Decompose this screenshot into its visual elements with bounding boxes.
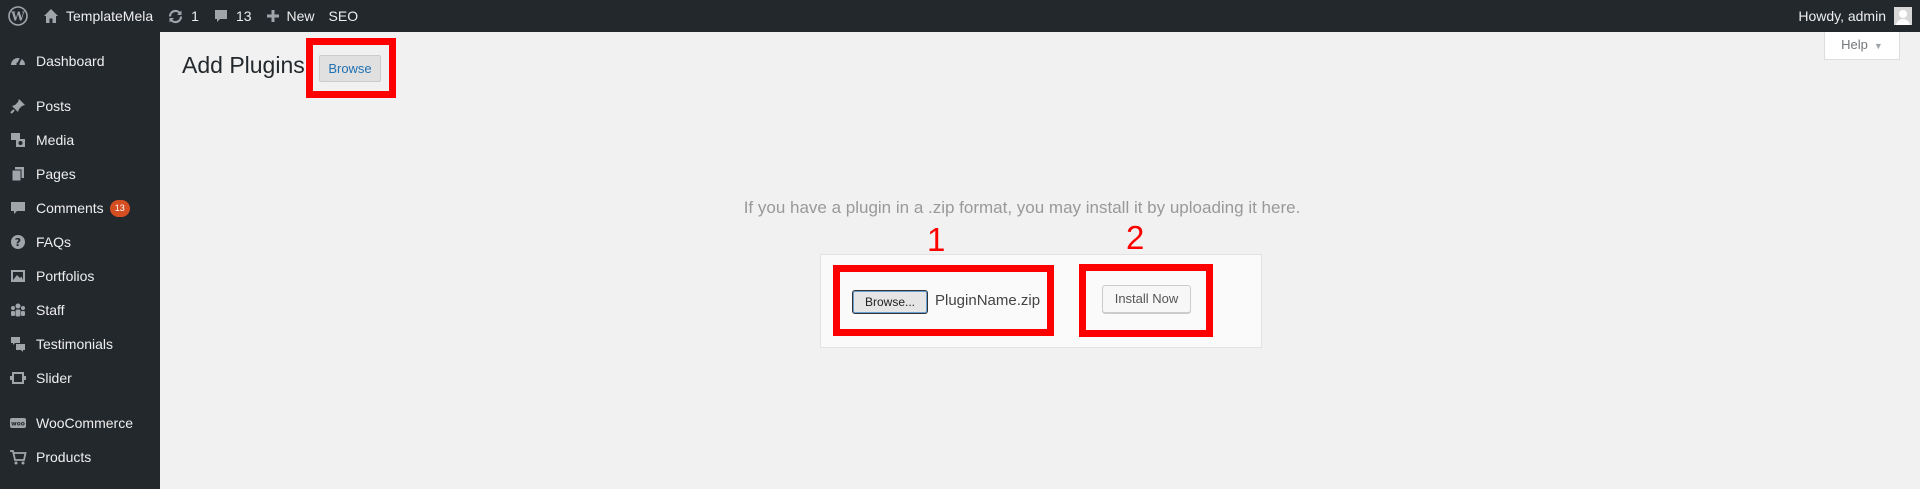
pages-icon — [0, 165, 36, 183]
help-tab-button[interactable]: Help ▼ — [1824, 32, 1900, 60]
slides-icon — [0, 369, 36, 387]
page-title: Add Plugins — [182, 52, 305, 78]
sidebar-label-portfolios: Portfolios — [36, 268, 95, 284]
comments-menu[interactable]: 13 — [206, 0, 259, 32]
site-name-menu[interactable]: TemplateMela — [36, 0, 160, 32]
sidebar-label-pages: Pages — [36, 166, 76, 182]
new-content-menu[interactable]: New — [259, 0, 322, 32]
sidebar-label-dashboard: Dashboard — [36, 53, 105, 69]
admin-bar: W TemplateMela 1 13 New SEO Howdy, admin — [0, 0, 1920, 32]
sidebar-item-testimonials[interactable]: Testimonials — [0, 327, 160, 361]
caret-down-icon: ▼ — [1873, 40, 1883, 51]
sidebar-item-slider[interactable]: Slider — [0, 361, 160, 395]
sidebar-item-products[interactable]: Products — [0, 440, 160, 474]
svg-text:woo: woo — [11, 421, 25, 428]
sidebar-label-posts: Posts — [36, 98, 72, 114]
seo-label: SEO — [328, 8, 359, 24]
step-number-1: 1 — [927, 221, 946, 258]
groups-icon — [0, 301, 36, 319]
sidebar-label-woocommerce: WooCommerce — [36, 415, 133, 431]
dashboard-icon — [0, 52, 36, 70]
sidebar-label-media: Media — [36, 132, 75, 148]
sidebar-label-products: Products — [36, 449, 92, 465]
site-name: TemplateMela — [66, 8, 154, 24]
avatar — [1894, 7, 1912, 25]
my-account-menu[interactable]: Howdy, admin — [1798, 0, 1920, 32]
browse-plugins-button[interactable]: Browse — [319, 55, 381, 82]
new-label: New — [286, 8, 315, 24]
sidebar-item-dashboard[interactable]: Dashboard — [0, 44, 160, 78]
updates-count: 1 — [191, 8, 199, 24]
home-icon — [44, 9, 58, 23]
cart-icon — [0, 448, 36, 466]
sidebar-item-faqs[interactable]: ? FAQs — [0, 225, 160, 259]
updates-icon — [169, 9, 183, 23]
wordpress-logo-menu[interactable]: W — [0, 0, 36, 32]
howdy-greeting: Howdy, admin — [1798, 8, 1886, 24]
upload-instructions: If you have a plugin in a .zip format, y… — [0, 198, 1920, 218]
wordpress-logo-icon: W — [8, 6, 28, 26]
sidebar-label-faqs: FAQs — [36, 234, 72, 250]
sidebar-item-woocommerce[interactable]: woo WooCommerce — [0, 406, 160, 440]
sidebar-item-media[interactable]: Media — [0, 123, 160, 157]
plus-icon — [266, 10, 279, 22]
testimonial-icon — [0, 335, 36, 353]
sidebar-item-posts[interactable]: Posts — [0, 89, 160, 123]
install-now-button[interactable]: Install Now — [1102, 285, 1191, 313]
sidebar-label-slider: Slider — [36, 370, 72, 386]
pin-icon — [0, 97, 36, 115]
help-label: Help — [1841, 37, 1868, 52]
admin-sidebar: Dashboard Posts Media Pages Comments 13 … — [0, 32, 160, 489]
media-icon — [0, 131, 36, 149]
sidebar-item-pages[interactable]: Pages — [0, 157, 160, 191]
sidebar-item-portfolios[interactable]: Portfolios — [0, 259, 160, 293]
svg-text:W: W — [10, 10, 25, 24]
portfolio-icon — [0, 267, 36, 285]
seo-menu[interactable]: SEO — [322, 0, 366, 32]
file-browse-button[interactable]: Browse... — [852, 290, 928, 314]
sidebar-label-testimonials: Testimonials — [36, 336, 114, 352]
svg-text:?: ? — [15, 236, 21, 249]
help-icon: ? — [0, 233, 36, 251]
woo-icon: woo — [0, 414, 36, 432]
selected-file-name: PluginName.zip — [935, 292, 1041, 309]
comment-icon — [214, 10, 227, 22]
step-number-2: 2 — [1126, 219, 1145, 256]
upload-instructions-text: If you have a plugin in a .zip format, y… — [743, 198, 1301, 217]
sidebar-label-staff: Staff — [36, 302, 65, 318]
comments-count: 13 — [235, 8, 252, 24]
sidebar-item-staff[interactable]: Staff — [0, 293, 160, 327]
updates-menu[interactable]: 1 — [160, 0, 206, 32]
